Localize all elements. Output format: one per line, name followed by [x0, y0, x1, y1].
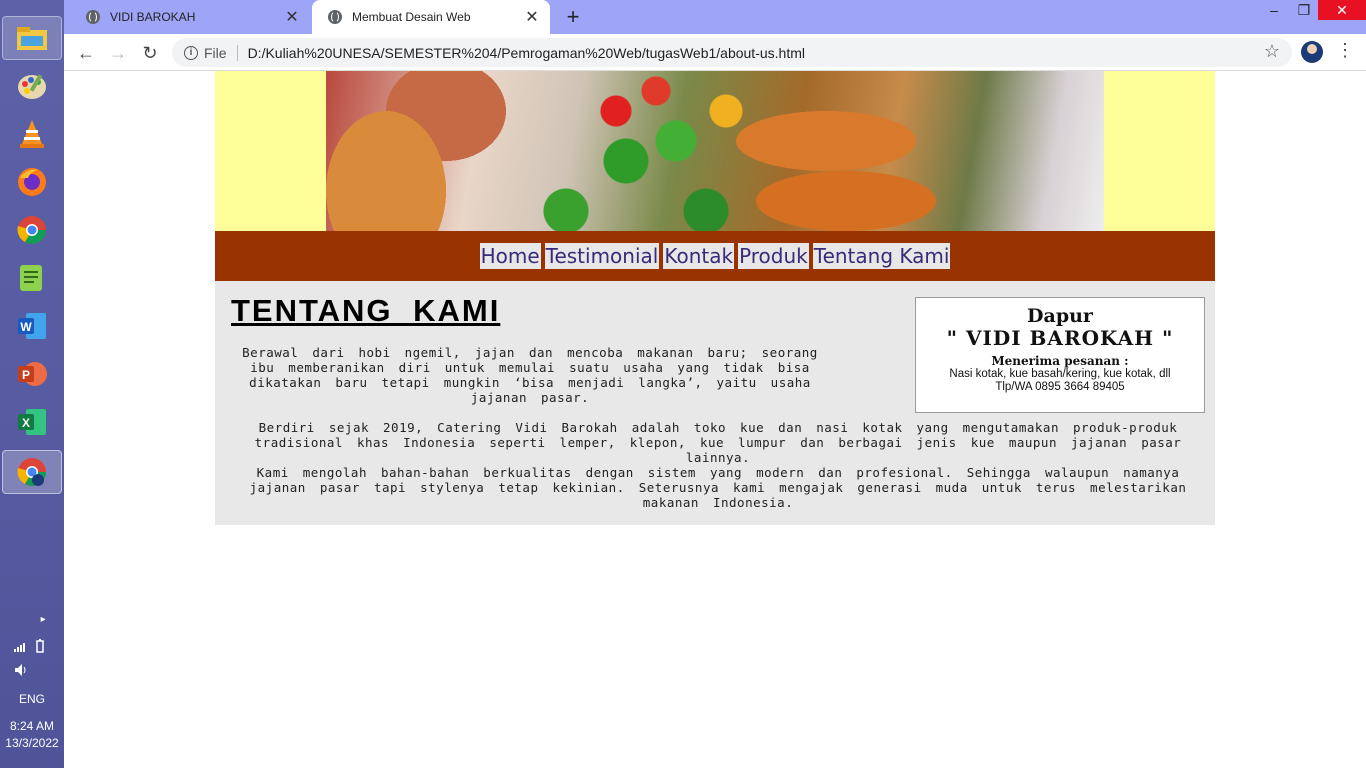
tab-membuat-desain-web[interactable]: Membuat Desain Web ✕ [312, 0, 550, 34]
promo-contact: Tlp/WA 0895 3664 89405 [995, 381, 1125, 393]
divider [236, 44, 238, 61]
chrome-icon[interactable] [14, 212, 50, 248]
promo-line-dapur: Dapur [1027, 305, 1093, 327]
close-tab-icon[interactable]: ✕ [280, 7, 304, 27]
nav-link-testimonial[interactable]: Testimonial [544, 243, 660, 269]
vlc-icon[interactable] [14, 116, 50, 152]
close-window-button[interactable]: ✕ [1318, 0, 1366, 20]
back-button[interactable]: ← [73, 40, 99, 66]
clock-date[interactable]: 13/3/2022 [0, 736, 64, 750]
site-nav: Home Testimonial Kontak Produk Tentang K… [215, 231, 1215, 281]
promo-products: Nasi kotak, kue basah/kering, kue kotak,… [949, 368, 1171, 380]
svg-text:X: X [22, 416, 30, 430]
chrome-profile-icon[interactable] [2, 450, 62, 494]
paint-icon[interactable] [14, 68, 50, 104]
promo-brand: " VIDI BAROKAH " [946, 326, 1174, 350]
svg-text:W: W [20, 320, 32, 334]
word-icon[interactable]: W [14, 308, 50, 344]
about-content: TENTANG KAMI Berawal dari hobi ngemil, j… [215, 281, 1215, 525]
svg-text:P: P [22, 368, 30, 382]
food-banner-image [326, 71, 1104, 231]
web-page: Home Testimonial Kontak Produk Tentang K… [64, 71, 1366, 768]
site-container: Home Testimonial Kontak Produk Tentang K… [215, 71, 1215, 525]
paragraph-founding: Berdiri sejak 2019, Catering Vidi Baroka… [254, 420, 1182, 465]
profile-avatar[interactable] [1301, 41, 1323, 63]
notepadpp-icon[interactable] [14, 260, 50, 296]
tab-strip: VIDI BAROKAH ✕ Membuat Desain Web ✕ + – … [64, 0, 1366, 34]
browser-toolbar: ← → ↻ i File D:/Kuliah%20UNESA/SEMESTER%… [64, 34, 1366, 71]
promo-order-heading: Menerima pesanan : [991, 354, 1129, 368]
info-icon[interactable]: i [184, 45, 198, 60]
globe-icon [86, 10, 100, 24]
volume-icon[interactable] [0, 663, 64, 680]
site-header [215, 71, 1215, 231]
paragraph-origin: Berawal dari hobi ngemil, jajan dan menc… [242, 345, 818, 405]
url-text[interactable]: D:/Kuliah%20UNESA/SEMESTER%204/Pemrogama… [248, 45, 805, 61]
file-explorer-icon[interactable] [2, 16, 62, 60]
tray-expand-icon[interactable]: ▸ [0, 614, 64, 625]
bookmark-star-icon[interactable]: ☆ [1264, 41, 1280, 62]
network-icon[interactable] [0, 638, 64, 657]
close-tab-icon[interactable]: ✕ [520, 7, 544, 27]
language-indicator[interactable]: ENG [0, 692, 64, 706]
powerpoint-icon[interactable]: P [14, 356, 50, 392]
nav-link-kontak[interactable]: Kontak [663, 243, 735, 269]
menu-icon[interactable]: ⋮ [1336, 40, 1354, 61]
nav-link-produk[interactable]: Produk [738, 243, 809, 269]
globe-icon [328, 10, 342, 24]
clock-time[interactable]: 8:24 AM [0, 719, 64, 733]
scheme-label: File [204, 44, 227, 61]
tab-title: Membuat Desain Web [352, 10, 471, 24]
nav-link-tentang-kami[interactable]: Tentang Kami [812, 243, 951, 269]
tab-title: VIDI BAROKAH [110, 10, 196, 24]
firefox-icon[interactable] [14, 164, 50, 200]
forward-button[interactable]: → [105, 40, 131, 66]
new-tab-button[interactable]: + [560, 4, 586, 30]
page-title: TENTANG KAMI [231, 293, 501, 328]
nav-link-home[interactable]: Home [479, 243, 541, 269]
tab-vidi-barokah[interactable]: VIDI BAROKAH ✕ [70, 0, 310, 34]
address-bar[interactable]: i File D:/Kuliah%20UNESA/SEMESTER%204/Pe… [172, 38, 1292, 67]
excel-icon[interactable]: X [14, 404, 50, 440]
promo-box: Dapur " VIDI BAROKAH " Menerima pesanan … [915, 297, 1205, 413]
taskbar: W P X ▸ ENG 8:24 AM 13/3/2022 [0, 0, 64, 768]
reload-button[interactable]: ↻ [137, 40, 163, 66]
paragraph-mission: Kami mengolah bahan-bahan berkualitas de… [249, 465, 1187, 510]
